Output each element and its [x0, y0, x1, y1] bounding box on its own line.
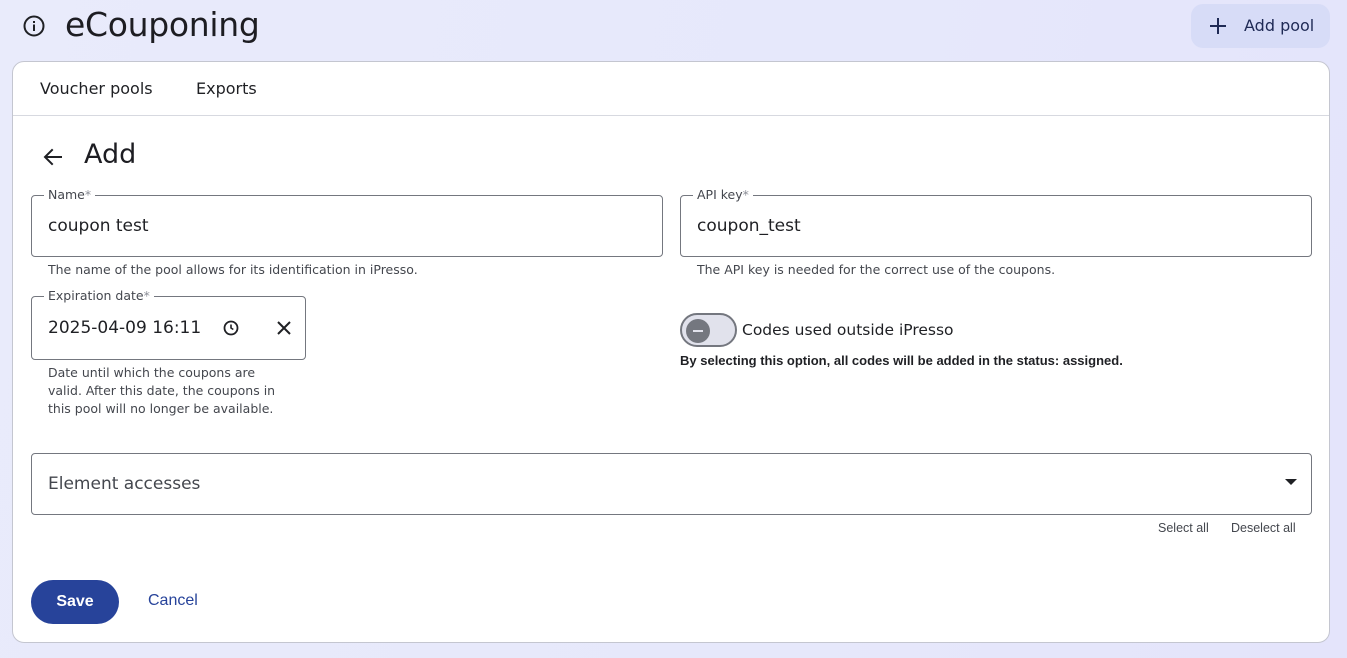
add-pool-label: Add pool — [1244, 16, 1315, 35]
close-icon[interactable] — [274, 318, 294, 338]
element-accesses-select[interactable]: Element accesses — [31, 453, 1312, 515]
element-accesses-placeholder: Element accesses — [48, 474, 201, 494]
page-title: Add — [84, 139, 137, 170]
main-card: Voucher pools Exports Add Name* coupon t… — [12, 61, 1330, 643]
api-key-field-label: API key* — [693, 187, 753, 203]
tab-bar: Voucher pools Exports — [13, 62, 1329, 116]
app-title: eCouponing — [65, 5, 260, 44]
expiration-date-label: Expiration date* — [44, 288, 154, 304]
expiration-date-field[interactable]: Expiration date* 2025-04-09 16:11 — [31, 288, 306, 360]
save-button[interactable]: Save — [31, 580, 119, 624]
name-field[interactable]: Name* coupon test — [31, 187, 663, 257]
api-key-field[interactable]: API key* coupon_test — [680, 187, 1312, 257]
deselect-all-link[interactable]: Deselect all — [1231, 519, 1296, 537]
plus-icon — [1210, 18, 1226, 34]
tab-voucher-pools[interactable]: Voucher pools — [40, 79, 153, 99]
toggle-knob — [686, 319, 710, 343]
expiration-date-input[interactable]: 2025-04-09 16:11 — [48, 317, 201, 339]
info-icon[interactable] — [22, 14, 46, 38]
name-field-label: Name* — [44, 187, 96, 203]
name-hint: The name of the pool allows for its iden… — [48, 262, 418, 277]
codes-outside-description: By selecting this option, all codes will… — [680, 353, 1123, 368]
select-all-link[interactable]: Select all — [1158, 519, 1209, 537]
api-key-hint: The API key is needed for the correct us… — [697, 262, 1056, 277]
api-key-input[interactable]: coupon_test — [697, 215, 801, 237]
add-pool-button[interactable]: Add pool — [1191, 4, 1330, 48]
dropdown-arrow-icon[interactable] — [1285, 479, 1297, 485]
minus-icon — [693, 330, 703, 332]
back-arrow-icon[interactable] — [41, 145, 65, 169]
name-input[interactable]: coupon test — [48, 215, 149, 237]
tab-exports[interactable]: Exports — [196, 79, 257, 99]
codes-outside-label: Codes used outside iPresso — [742, 321, 954, 339]
codes-outside-toggle[interactable] — [680, 313, 737, 347]
clock-icon[interactable] — [222, 319, 240, 337]
expiration-date-hint: Date until which the coupons are valid. … — [48, 365, 276, 416]
cancel-button[interactable]: Cancel — [148, 591, 198, 611]
